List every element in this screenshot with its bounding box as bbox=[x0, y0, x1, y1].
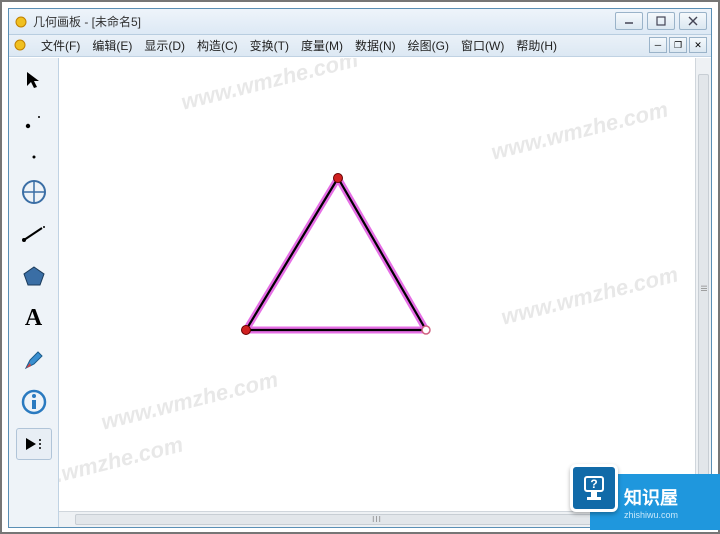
drawing-canvas[interactable]: www.wmzhe.com www.wmzhe.com www.wmzhe.co… bbox=[59, 58, 695, 511]
scroll-mark: III bbox=[699, 285, 708, 292]
badge-subtitle: zhishiwu.com bbox=[624, 510, 678, 520]
circle-tool[interactable] bbox=[16, 176, 52, 208]
menu-measure[interactable]: 度量(M) bbox=[295, 35, 349, 56]
site-badge[interactable]: 知识屋 zhishiwu.com ? bbox=[570, 464, 720, 530]
vertex-right[interactable] bbox=[422, 326, 430, 334]
doc-icon bbox=[13, 38, 29, 54]
workspace: A www.wmzhe.com w bbox=[9, 58, 711, 527]
minimize-button[interactable] bbox=[615, 12, 643, 30]
canvas-area: www.wmzhe.com www.wmzhe.com www.wmzhe.co… bbox=[59, 58, 711, 527]
badge-title: 知识屋 bbox=[624, 484, 678, 510]
dot-tool[interactable] bbox=[16, 148, 52, 166]
menu-display[interactable]: 显示(D) bbox=[138, 35, 191, 56]
svg-text:?: ? bbox=[590, 477, 597, 491]
menu-help[interactable]: 帮助(H) bbox=[510, 35, 563, 56]
polygon-tool[interactable] bbox=[16, 260, 52, 292]
title-bar[interactable]: 几何画板 - [未命名5] bbox=[9, 9, 711, 35]
menu-window[interactable]: 窗口(W) bbox=[455, 35, 510, 56]
maximize-button[interactable] bbox=[647, 12, 675, 30]
vertex-left[interactable] bbox=[242, 326, 251, 335]
menu-graph[interactable]: 绘图(G) bbox=[402, 35, 455, 56]
text-tool[interactable]: A bbox=[16, 302, 52, 334]
close-button[interactable] bbox=[679, 12, 707, 30]
custom-tool[interactable] bbox=[16, 428, 52, 460]
toolbox: A bbox=[9, 58, 59, 527]
vertex-top[interactable] bbox=[334, 174, 343, 183]
menu-file[interactable]: 文件(F) bbox=[35, 35, 86, 56]
menu-edit[interactable]: 编辑(E) bbox=[86, 35, 138, 56]
point-tool[interactable] bbox=[16, 106, 52, 138]
text-tool-label: A bbox=[25, 305, 42, 332]
mdi-restore-button[interactable]: ❐ bbox=[669, 37, 687, 53]
mdi-minimize-button[interactable]: ─ bbox=[649, 37, 667, 53]
vertical-scrollbar[interactable]: III bbox=[695, 58, 711, 511]
menu-transform[interactable]: 变换(T) bbox=[244, 35, 295, 56]
app-icon bbox=[13, 14, 29, 30]
triangle-shape[interactable] bbox=[59, 58, 695, 511]
menu-data[interactable]: 数据(N) bbox=[349, 35, 402, 56]
info-tool[interactable] bbox=[16, 386, 52, 418]
menu-bar: 文件(F) 编辑(E) 显示(D) 构造(C) 变换(T) 度量(M) 数据(N… bbox=[9, 35, 711, 57]
mdi-close-button[interactable]: ✕ bbox=[689, 37, 707, 53]
arrow-tool[interactable] bbox=[16, 64, 52, 96]
segment-tool[interactable] bbox=[16, 218, 52, 250]
marker-tool[interactable] bbox=[16, 344, 52, 376]
badge-icon: ? bbox=[570, 464, 618, 512]
menu-construct[interactable]: 构造(C) bbox=[191, 35, 244, 56]
app-window: 几何画板 - [未命名5] 文件(F) 编辑(E) 显示(D) 构造(C) 变换… bbox=[8, 8, 712, 528]
window-title: 几何画板 - [未命名5] bbox=[33, 13, 141, 30]
